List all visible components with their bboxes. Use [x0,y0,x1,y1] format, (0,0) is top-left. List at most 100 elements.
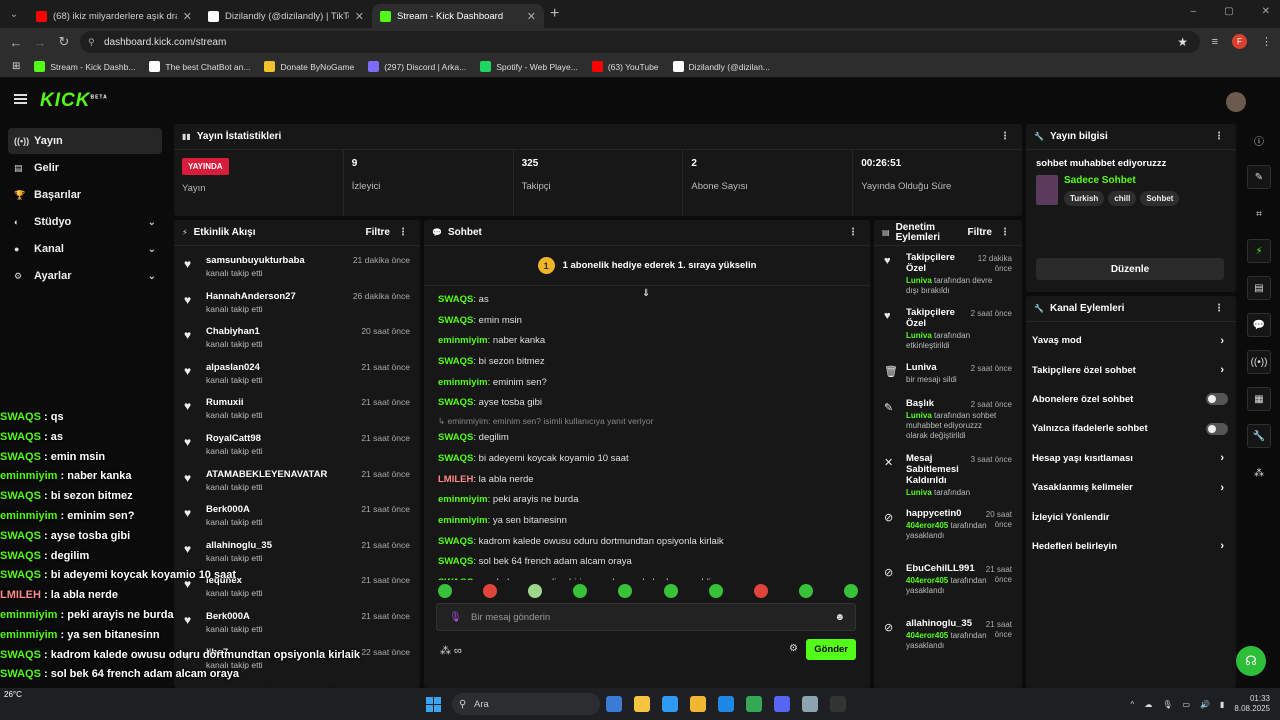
tab-close-icon[interactable]: ✕ [183,10,192,23]
maximize-icon[interactable]: ▢ [1224,6,1233,17]
edit-pencil-icon[interactable]: ✎ [1247,165,1271,189]
kick-logo[interactable]: KICKBETA [40,90,108,112]
bookmark-item[interactable]: Stream - Kick Dashb... [34,61,135,72]
channel-action-0[interactable]: Yavaş mod › [1026,326,1236,355]
chevron-right-icon[interactable]: › [1220,364,1224,376]
chat-username[interactable]: SWAQS [438,397,473,408]
taskbar-app-icon[interactable] [662,696,678,712]
browser-tab[interactable]: (68) ikiz milyarderlere aşık dram ✕ [28,4,200,28]
document-icon[interactable]: ▤ [1247,276,1271,300]
sidebar-item-yayın[interactable]: ((•)) Yayın [8,128,162,154]
chevron-right-icon[interactable]: › [1220,540,1224,552]
chevron-right-icon[interactable]: › [1220,482,1224,494]
media-icon[interactable]: ≡ [1212,36,1218,48]
menu-dots-icon[interactable]: ⋮ [1261,35,1272,48]
weather-badge[interactable]: 26°C [4,690,22,699]
tab-close-icon[interactable]: ✕ [355,10,364,23]
mod-actor[interactable]: Luniva [906,411,932,420]
taskbar-app-icon[interactable] [746,696,762,712]
chat-tools-icon[interactable]: ⁂ ∞ [440,644,462,657]
stream-tag[interactable]: Turkish [1064,191,1105,206]
hamburger-menu-icon[interactable] [14,94,27,104]
crop-icon[interactable]: ⌗ [1247,202,1271,226]
channel-action-2[interactable]: Abonelere özel sohbet [1026,385,1236,414]
clock[interactable]: 01:33 8.08.2025 [1234,694,1270,714]
new-tab-button[interactable]: + [550,5,559,23]
activity-filter-button[interactable]: Filtre [366,227,390,238]
mod-actor[interactable]: 404eror405 [906,631,948,640]
chat-username[interactable]: eminmiyim [438,515,488,526]
bookmark-item[interactable]: (297) Discord | Arka... [368,61,466,72]
chat-username[interactable]: SWAQS [438,577,473,580]
monitor-icon[interactable]: ▭ [1182,700,1190,709]
support-icon[interactable]: ☊ [1236,646,1266,676]
emoji-icon[interactable]: ☻ [834,612,845,623]
sidebar-item-ayarlar[interactable]: ⚙ Ayarlar ⌄ [8,263,162,289]
chat-username[interactable]: eminmiyim [438,494,488,505]
broadcast-icon[interactable]: ((•)) [1247,350,1271,374]
mic-tray-icon[interactable]: 🎙 [1162,700,1172,709]
emote-icon[interactable] [798,584,813,598]
profile-avatar[interactable]: F [1232,34,1247,49]
close-window-icon[interactable]: ✕ [1262,6,1270,17]
sidebar-item-kanal[interactable]: ● Kanal ⌄ [8,236,162,262]
channel-menu-icon[interactable]: ⋮ [1214,303,1224,314]
emote-icon[interactable] [528,584,543,598]
chevron-right-icon[interactable]: › [1220,335,1224,347]
chevron-right-icon[interactable]: › [1220,452,1224,464]
sidebar-item-başarılar[interactable]: 🏆 Başarılar [8,182,162,208]
channel-action-6[interactable]: İzleyici Yönlendir [1026,502,1236,531]
category-name[interactable]: Sadece Sohbet [1064,175,1179,186]
emote-icon[interactable] [618,584,633,598]
taskbar-app-icon[interactable] [606,696,622,712]
bookmark-item[interactable]: Dizilandly (@dizilan... [672,61,770,72]
activity-username[interactable]: HannahAnderson27 [206,291,296,302]
mod-actor[interactable]: Luniva [906,331,932,340]
chat-icon[interactable]: 💬 [1247,313,1271,337]
url-field[interactable]: ⚲ dashboard.kick.com/stream ★ [80,31,1200,53]
mod-filter-button[interactable]: Filtre [968,227,992,238]
bookmark-item[interactable]: Donate ByNoGame [264,61,354,72]
taskbar-app-icon[interactable] [830,696,846,712]
nodes-icon[interactable]: ⁂ [1247,461,1271,485]
send-button[interactable]: Gönder [806,639,856,660]
mod-actor[interactable]: 404eror405 [906,521,948,530]
chevron-up-icon[interactable]: ^ [1131,700,1135,709]
emote-icon[interactable] [663,584,678,598]
info-icon[interactable]: ⓘ [1247,128,1271,152]
chat-username[interactable]: SWAQS [438,432,473,443]
taskbar-search[interactable]: ⚲ Ara [452,693,600,715]
mod-actor[interactable]: 404eror405 [906,576,948,585]
cloud-icon[interactable]: ☁ [1144,700,1152,709]
taskbar-app-icon[interactable] [690,696,706,712]
chat-username[interactable]: SWAQS [438,453,473,464]
layout-icon[interactable]: ▦ [1247,387,1271,411]
forward-icon[interactable]: → [28,35,52,50]
channel-action-1[interactable]: Takipçilere özel sohbet › [1026,355,1236,384]
chat-username[interactable]: SWAQS [438,356,473,367]
chat-settings-icon[interactable]: ⚙ [789,643,798,654]
bookmark-star-icon[interactable]: ★ [1177,35,1188,49]
microphone-icon[interactable]: 🎙 [449,612,462,623]
back-icon[interactable]: ← [4,35,28,50]
browser-tab[interactable]: Stream - Kick Dashboard ✕ [372,4,544,28]
mod-actor[interactable]: Luniva [906,276,932,285]
activity-username[interactable]: Chabiyhan1 [206,326,263,337]
tool-icon[interactable]: 🔧 [1247,424,1271,448]
toggle-switch[interactable] [1206,422,1228,435]
emote-icon[interactable] [573,584,588,598]
emote-icon[interactable] [753,584,768,598]
reload-icon[interactable]: ↻ [52,34,76,50]
bookmark-item[interactable]: The best ChatBot an... [149,61,250,72]
activity-username[interactable]: samsunbuyukturbaba [206,255,305,266]
mod-menu-icon[interactable]: ⋮ [1000,227,1010,238]
chevron-down-icon[interactable]: ⌄ [148,271,156,282]
tab-search-icon[interactable]: ⌄ [0,0,28,28]
tab-close-icon[interactable]: ✕ [527,10,536,23]
chat-username[interactable]: eminmiyim [438,335,488,346]
channel-action-4[interactable]: Hesap yaşı kısıtlaması › [1026,444,1236,473]
channel-action-5[interactable]: Yasaklanmış kelimeler › [1026,473,1236,502]
apps-grid-icon[interactable]: ⊞ [12,61,20,72]
info-menu-icon[interactable]: ⋮ [1214,131,1224,142]
gift-leaderboard-banner[interactable]: 1 1 abonelik hediye ederek 1. sıraya yük… [424,246,870,286]
